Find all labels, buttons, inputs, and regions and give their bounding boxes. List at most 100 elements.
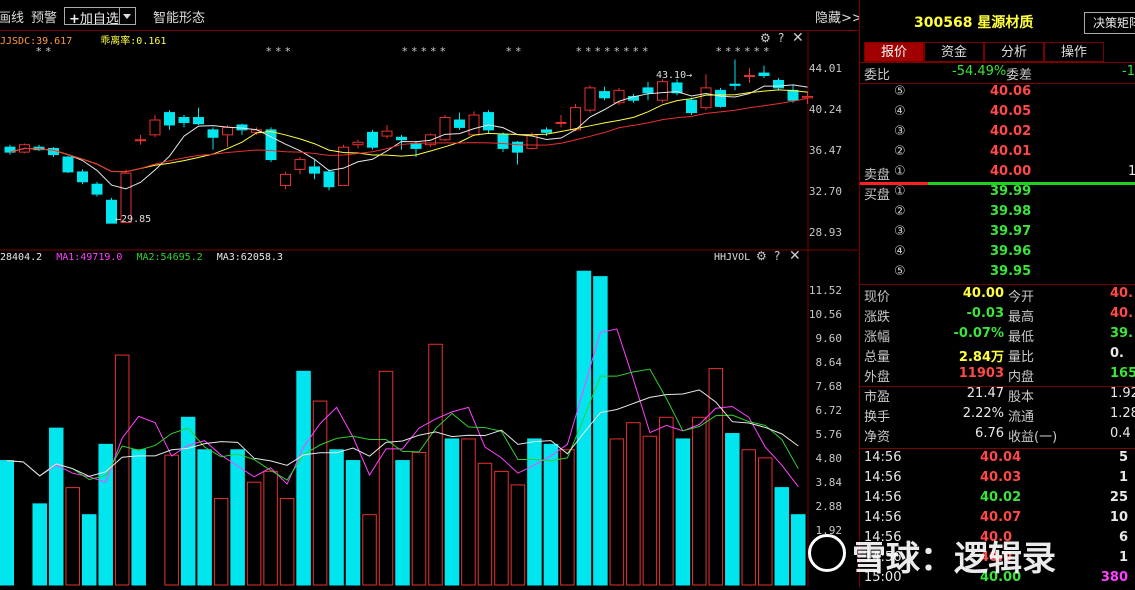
volume-bar[interactable] bbox=[527, 438, 542, 586]
alert-button[interactable]: 预警 bbox=[31, 7, 57, 26]
candle[interactable] bbox=[657, 81, 668, 101]
volume-bar[interactable] bbox=[494, 470, 509, 586]
candle[interactable] bbox=[178, 117, 190, 123]
volume-bar[interactable] bbox=[296, 370, 311, 586]
draw-line-button[interactable]: 画线 bbox=[0, 7, 24, 26]
tab-funds[interactable]: 资金 bbox=[924, 42, 984, 62]
help-icon[interactable]: ? bbox=[778, 31, 784, 45]
volume-bar[interactable] bbox=[609, 438, 625, 586]
volume-bar[interactable] bbox=[543, 443, 559, 586]
close-icon[interactable]: ✕ bbox=[789, 248, 801, 264]
volume-bar[interactable] bbox=[48, 427, 64, 586]
candle[interactable] bbox=[787, 89, 799, 101]
candle[interactable] bbox=[381, 130, 393, 137]
volume-bar[interactable] bbox=[213, 497, 229, 586]
volume-bar[interactable] bbox=[626, 422, 641, 586]
candle[interactable] bbox=[700, 87, 712, 109]
candle[interactable] bbox=[468, 114, 480, 136]
candle[interactable] bbox=[454, 119, 465, 128]
volume-bar[interactable] bbox=[461, 438, 476, 586]
candle[interactable] bbox=[396, 136, 407, 141]
candle[interactable] bbox=[773, 79, 784, 89]
help-icon[interactable]: ? bbox=[774, 249, 780, 263]
candle[interactable] bbox=[439, 117, 451, 141]
chevron-down-icon[interactable] bbox=[119, 8, 135, 24]
volume-bar[interactable] bbox=[659, 416, 674, 586]
candle[interactable] bbox=[555, 121, 567, 124]
gear-icon[interactable]: ⚙ bbox=[760, 31, 771, 45]
candle[interactable] bbox=[149, 119, 161, 136]
candle[interactable] bbox=[512, 141, 523, 153]
volume-bar[interactable] bbox=[758, 457, 773, 586]
volume-bar[interactable] bbox=[510, 484, 526, 586]
volume-bar[interactable] bbox=[345, 460, 361, 586]
volume-bar[interactable] bbox=[81, 514, 97, 586]
candle[interactable] bbox=[367, 131, 378, 148]
volume-bar[interactable] bbox=[642, 435, 658, 586]
candle[interactable] bbox=[802, 96, 813, 99]
volume-bar[interactable] bbox=[131, 449, 146, 586]
candle[interactable] bbox=[207, 129, 219, 138]
volume-bar[interactable] bbox=[32, 503, 48, 586]
candle[interactable] bbox=[410, 142, 422, 149]
volume-bar[interactable] bbox=[477, 462, 493, 586]
candle[interactable] bbox=[323, 171, 335, 188]
candle[interactable] bbox=[715, 89, 726, 107]
volume-bar[interactable] bbox=[197, 449, 212, 586]
volume-bar[interactable] bbox=[428, 343, 443, 586]
volume-bar[interactable] bbox=[263, 470, 278, 586]
volume-bar[interactable] bbox=[312, 400, 328, 586]
candle[interactable] bbox=[164, 112, 175, 126]
candle[interactable] bbox=[280, 173, 291, 186]
hide-panel-button[interactable]: 隐藏>> bbox=[815, 7, 863, 26]
candle[interactable] bbox=[584, 87, 596, 111]
volume-bar[interactable] bbox=[65, 487, 80, 586]
candle[interactable] bbox=[265, 129, 277, 161]
candle[interactable] bbox=[729, 83, 741, 86]
volume-bar[interactable] bbox=[395, 460, 410, 586]
close-icon[interactable]: ✕ bbox=[792, 30, 804, 46]
volume-bar[interactable] bbox=[741, 449, 757, 586]
kline-chart-area[interactable]: JJSDC:39.617 乖离率:0.161 ** *** ***** ** *… bbox=[0, 30, 858, 587]
volume-bar[interactable] bbox=[230, 449, 245, 586]
volume-bar[interactable] bbox=[791, 514, 806, 586]
candle[interactable] bbox=[352, 141, 364, 146]
volume-bar[interactable] bbox=[378, 370, 394, 586]
candle[interactable] bbox=[483, 112, 494, 131]
candle[interactable] bbox=[541, 129, 552, 133]
volume-bar[interactable] bbox=[774, 487, 790, 586]
volume-bar[interactable] bbox=[444, 438, 460, 586]
add-watchlist-button[interactable]: +加自选 bbox=[64, 7, 136, 27]
gear-icon[interactable]: ⚙ bbox=[756, 249, 767, 263]
candle[interactable] bbox=[294, 159, 306, 170]
decision-matrix-button[interactable]: 决策矩阵 bbox=[1084, 12, 1135, 34]
candle[interactable] bbox=[309, 166, 320, 174]
volume-bar[interactable] bbox=[675, 438, 691, 586]
volume-bar[interactable] bbox=[114, 354, 130, 586]
volume-bar[interactable] bbox=[725, 433, 740, 586]
candle[interactable] bbox=[62, 156, 74, 173]
candle[interactable] bbox=[77, 171, 88, 183]
tab-operate[interactable]: 操作 bbox=[1044, 42, 1104, 62]
kline-chart-svg[interactable] bbox=[0, 30, 858, 587]
smart-pattern-button[interactable]: 智能形态 bbox=[153, 7, 205, 26]
volume-bar[interactable] bbox=[164, 454, 179, 586]
candle[interactable] bbox=[642, 87, 654, 94]
volume-bar[interactable] bbox=[560, 449, 575, 586]
volume-bar[interactable] bbox=[329, 449, 344, 586]
volume-bar[interactable] bbox=[279, 497, 295, 586]
volume-bar[interactable] bbox=[180, 416, 196, 586]
candle[interactable] bbox=[686, 99, 697, 114]
volume-bar[interactable] bbox=[362, 514, 377, 586]
candle[interactable] bbox=[758, 72, 770, 77]
candle[interactable] bbox=[91, 183, 103, 195]
candle[interactable] bbox=[193, 117, 204, 125]
volume-bar[interactable] bbox=[0, 460, 15, 586]
volume-bar[interactable] bbox=[246, 481, 262, 586]
volume-bar[interactable] bbox=[692, 416, 707, 586]
volume-bar[interactable] bbox=[411, 451, 427, 586]
volume-bar[interactable] bbox=[98, 443, 113, 586]
candle[interactable] bbox=[599, 91, 610, 99]
candle[interactable] bbox=[497, 134, 509, 149]
volume-bar[interactable] bbox=[593, 276, 608, 586]
